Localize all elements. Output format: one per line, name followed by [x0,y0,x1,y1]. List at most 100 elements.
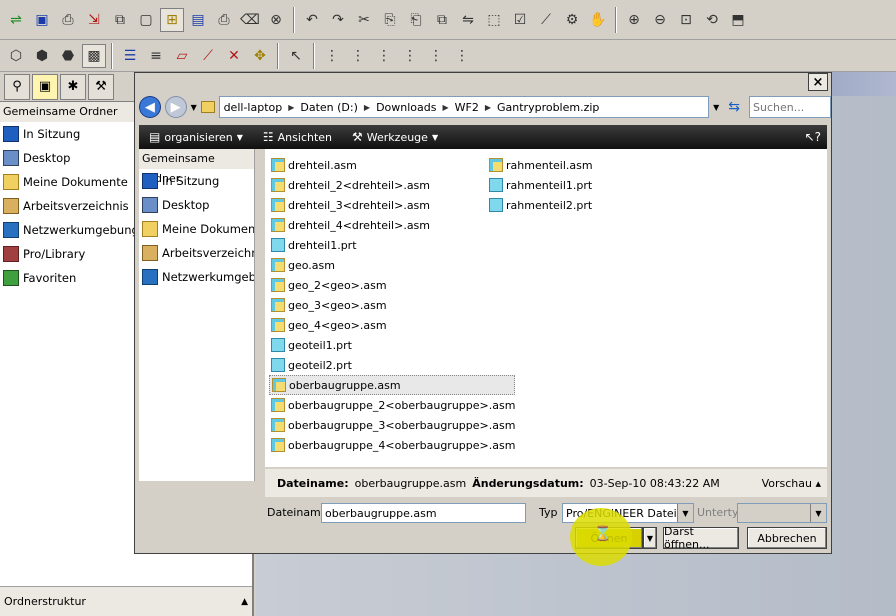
views-menu[interactable]: ☷ Ansichten [253,130,342,144]
file-item[interactable]: oberbaugruppe.asm [269,375,516,395]
file-item[interactable]: oberbaugruppe_3<oberbaugruppe>.asm [269,415,515,435]
file-item[interactable]: rahmenteil.asm [487,155,593,175]
breadcrumb-chevron-icon[interactable]: ▶ [288,103,294,112]
file-item[interactable]: drehteil_4<drehteil>.asm [269,215,515,235]
file-item[interactable]: drehteil_3<drehteil>.asm [269,195,515,215]
file-item[interactable]: oberbaugruppe_2<oberbaugruppe>.asm [269,395,515,415]
erase-icon[interactable]: ⌫ [238,8,262,32]
save-copy-icon[interactable]: ▤ [186,8,210,32]
breadcrumb-segment[interactable]: WF2 [455,101,479,114]
datum-csys-icon[interactable]: ✥ [248,44,272,68]
back-arrow-icon[interactable]: ◀ [139,96,161,118]
open-representation-button[interactable]: Darst öffnen... [663,525,739,551]
spin-icon[interactable]: ⟲ [700,8,724,32]
select-box-icon[interactable]: ⬚ [482,8,506,32]
help-icon[interactable]: ↖? [805,130,821,144]
search-input[interactable] [749,96,831,118]
print-icon[interactable]: ⎙ [212,8,236,32]
refresh-icon[interactable]: ⇆ [723,96,745,118]
layers-icon[interactable]: ≡ [144,44,168,68]
file-item[interactable]: rahmenteil1.prt [487,175,593,195]
pan-icon[interactable]: ✋ [586,8,610,32]
file-item[interactable]: drehteil1.prt [269,235,515,255]
history-dropdown-icon[interactable]: ▼ [191,103,197,112]
datum-planes-icon[interactable]: ▱ [170,44,194,68]
datum-axes-icon[interactable]: ⟋ [196,44,220,68]
file-item[interactable]: geo_2<geo>.asm [269,275,515,295]
dialog-nav-item[interactable]: Desktop [139,193,254,217]
breadcrumb-segment[interactable]: Daten (D:) [300,101,358,114]
ext1-icon[interactable]: ⋮ [320,44,344,68]
ext2-icon[interactable]: ⋮ [346,44,370,68]
zoom-out-icon[interactable]: ⊖ [648,8,672,32]
dialog-nav-item[interactable]: Meine Dokumente [139,217,254,241]
filename-input[interactable] [321,503,526,523]
close-window-icon[interactable]: ⧉ [108,8,132,32]
new-icon[interactable]: ▢ [134,8,158,32]
folder-tree-bar[interactable]: Ordnerstruktur ▲ [0,586,252,616]
datum-points-icon[interactable]: ✕ [222,44,246,68]
model-tree-icon[interactable]: ☰ [118,44,142,68]
breadcrumb-chevron-icon[interactable]: ▶ [442,103,448,112]
file-item[interactable]: geo_3<geo>.asm [269,295,515,315]
file-item[interactable]: oberbaugruppe_4<oberbaugruppe>.asm [269,435,515,455]
model-tree-tab-icon[interactable]: ⚲ [4,73,30,100]
file-item[interactable]: drehteil_2<drehteil>.asm [269,175,515,195]
wireframe-icon[interactable]: ⬡ [4,44,28,68]
favorites-tab-icon[interactable]: ✱ [60,73,86,100]
erase-all-icon[interactable]: ⊗ [264,8,288,32]
export-icon[interactable]: ⇲ [82,8,106,32]
redo-icon[interactable]: ↷ [326,8,350,32]
paste-icon[interactable]: ⎗ [404,8,428,32]
no-hidden-icon[interactable]: ⬣ [56,44,80,68]
dialog-nav-item[interactable]: Arbeitsverzeichnis [139,241,254,265]
whats-this-icon[interactable]: ↖ [284,44,308,68]
folder-browser-tab-icon[interactable]: ▣ [32,73,58,100]
repaint-icon[interactable]: ☑ [508,8,532,32]
save-icon[interactable]: ▣ [30,8,54,32]
file-item[interactable]: geoteil1.prt [269,335,515,355]
dialog-nav-item[interactable]: Netzwerkumgebung [139,265,254,289]
cut-icon[interactable]: ✂ [352,8,376,32]
file-item[interactable]: geoteil2.prt [269,355,515,375]
ext3-icon[interactable]: ⋮ [372,44,396,68]
cancel-button[interactable]: Abbrechen [747,527,827,549]
paste-special-icon[interactable]: ⧉ [430,8,454,32]
redo-arrow-icon[interactable]: ⇌ [4,8,28,32]
file-item[interactable]: drehteil.asm [269,155,515,175]
file-item[interactable]: geo.asm [269,255,515,275]
undo-icon[interactable]: ↶ [300,8,324,32]
zoom-in-icon[interactable]: ⊕ [622,8,646,32]
open-icon[interactable]: ⊞ [160,7,184,32]
dialog-nav-item[interactable]: In Sitzung [139,169,254,193]
orient-icon[interactable]: ⬒ [726,8,750,32]
settings-icon[interactable]: ⚙ [560,8,584,32]
datum-axis-icon[interactable]: ⟋ [534,8,558,32]
open-dropdown-icon[interactable]: ▼ [643,527,657,549]
mirror-icon[interactable]: ⇋ [456,8,480,32]
ext4-icon[interactable]: ⋮ [398,44,422,68]
file-item[interactable]: rahmenteil2.prt [487,195,593,215]
address-dropdown-icon[interactable]: ▼ [713,103,719,112]
breadcrumb-chevron-icon[interactable]: ▶ [364,103,370,112]
breadcrumb-segment[interactable]: Gantryproblem.zip [497,101,599,114]
connections-tab-icon[interactable]: ⚒ [88,73,114,100]
copy-icon[interactable]: ⎘ [378,8,402,32]
breadcrumb[interactable]: dell-laptop ▶ Daten (D:) ▶ Downloads ▶ WF2 ▶ Gan… [218,96,710,118]
organize-menu[interactable]: ▤ organisieren ▼ [139,130,253,144]
hidden-icon[interactable]: ⬢ [30,44,54,68]
close-dialog-button[interactable]: × [808,73,828,91]
refit-icon[interactable]: ⊡ [674,8,698,32]
breadcrumb-chevron-icon[interactable]: ▶ [485,103,491,112]
breadcrumb-segment[interactable]: dell-laptop [224,101,283,114]
shaded-icon[interactable]: ▩ [82,43,106,68]
breadcrumb-segment[interactable]: Downloads [376,101,436,114]
tools-menu[interactable]: ⚒ Werkzeuge ▼ [342,130,448,144]
print-setup-icon[interactable]: ⎙ [56,8,80,32]
expand-up-icon[interactable]: ▲ [241,597,248,607]
forward-arrow-icon[interactable]: ▶ [164,96,187,118]
preview-toggle[interactable]: Vorschau ▴ [762,477,821,490]
ext5-icon[interactable]: ⋮ [424,44,448,68]
file-item[interactable]: geo_4<geo>.asm [269,315,515,335]
ext6-icon[interactable]: ⋮ [450,44,474,68]
